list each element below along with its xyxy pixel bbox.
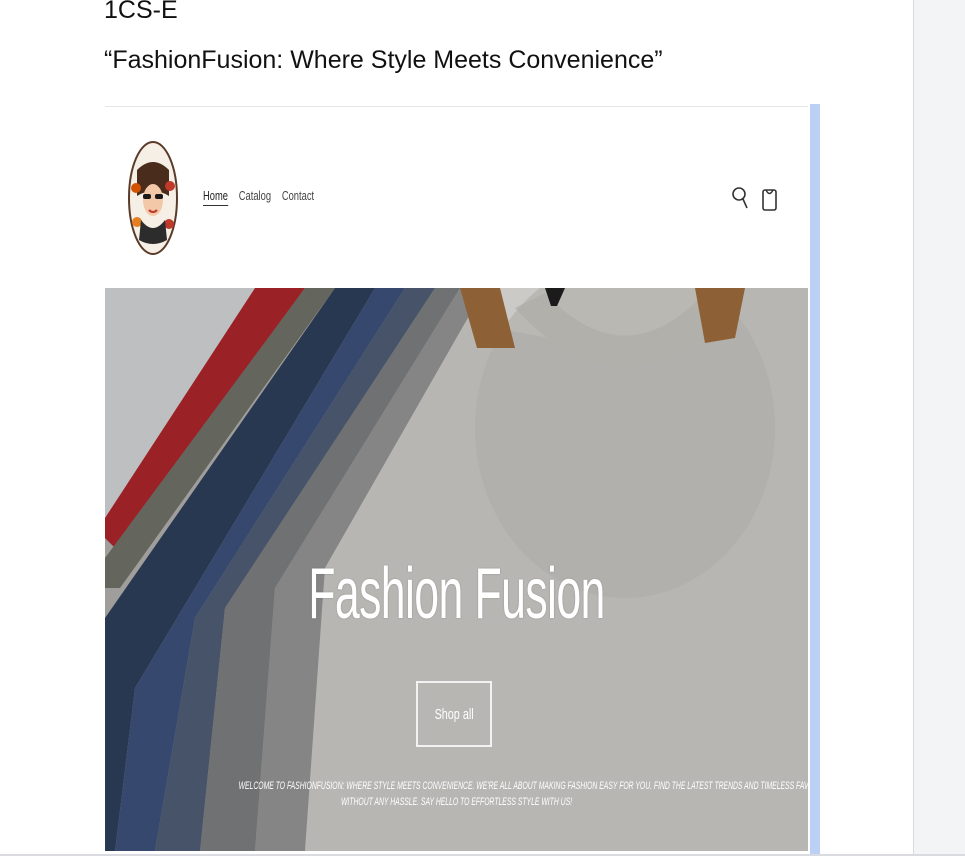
nav-catalog[interactable]: Catalog [239,188,271,206]
image-selection-bar[interactable] [810,104,820,856]
site-header: Home Catalog Contact [105,107,808,288]
shop-all-button[interactable]: Shop all [416,681,492,747]
hero-banner: Fashion Fusion Shop all WELCOME TO FASHI… [105,288,808,851]
document-heading: 1CS-E [104,0,178,24]
document-page: 1CS-E “FashionFusion: Where Style Meets … [0,0,913,856]
side-pane [913,0,965,856]
site-navigation: Home Catalog Contact [203,188,314,206]
fashion-fusion-logo [128,141,178,255]
document-title: “FashionFusion: Where Style Meets Conven… [104,46,663,74]
search-icon[interactable] [731,184,749,212]
nav-contact[interactable]: Contact [282,188,314,206]
hero-welcome-text: WELCOME TO FASHIONFUSION: WHERE STYLE ME… [105,778,808,810]
shop-all-label: Shop all [434,705,474,723]
nav-home[interactable]: Home [203,188,228,206]
hero-title: Fashion Fusion [308,554,605,634]
welcome-line-1: WELCOME TO FASHIONFUSION: WHERE STYLE ME… [238,780,808,792]
embedded-website-screenshot[interactable]: Home Catalog Contact Fashion Fusion Shop… [105,106,808,851]
welcome-line-2: WITHOUT ANY HASSLE. SAY HELLO TO EFFORTL… [340,796,573,808]
shopping-bag-icon[interactable] [761,184,779,212]
